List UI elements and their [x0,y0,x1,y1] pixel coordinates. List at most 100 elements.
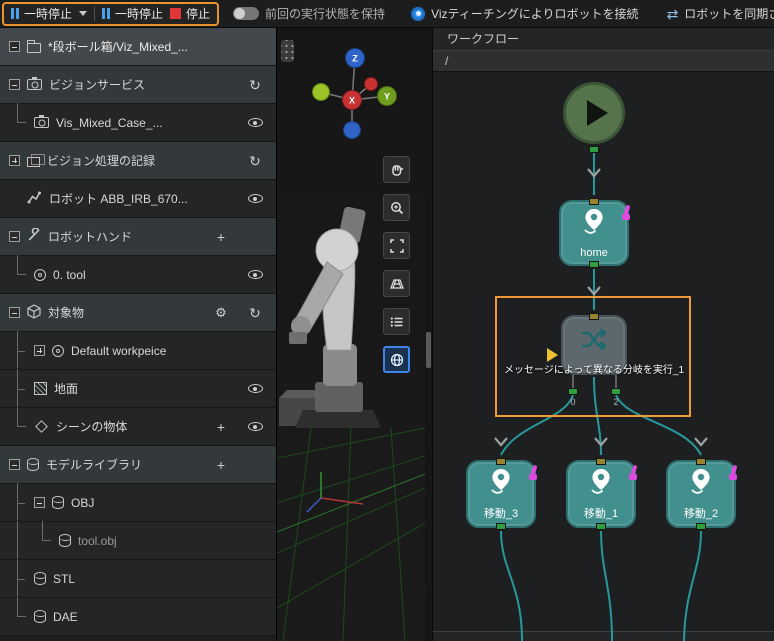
axis-gizmo[interactable]: Z X Y [297,38,417,153]
panel-splitter[interactable] [425,28,432,641]
collapse-icon[interactable] [9,459,20,470]
sidebar-item-robot-hand[interactable]: ロボットハンド + [0,218,276,256]
pause-button[interactable]: 一時停止 [11,5,72,22]
viewport-3d[interactable]: Z X Y [277,28,425,641]
sidebar-item-vision-service[interactable]: ビジョンサービス ↻ [0,66,276,104]
sidebar-item-vis-mixed-case[interactable]: Vis_Mixed_Case_... [0,104,276,142]
input-port[interactable] [589,198,599,205]
tree-connector [9,104,27,141]
sidebar-item-label: モデルライブラリ [46,456,142,473]
tree-connector [9,408,27,445]
input-port[interactable] [596,458,606,465]
refresh-icon[interactable]: ↻ [238,154,272,168]
node-move-2[interactable]: 移動_2 [666,460,736,528]
tree-connector [9,256,27,293]
sidebar-item-tool-obj[interactable]: tool.obj [0,522,276,560]
viz-teaching-button[interactable]: Vizティーチングによりロボットを接続 [411,5,639,22]
sidebar-item-label: Vis_Mixed_Case_... [56,116,163,130]
sync-robot-button[interactable]: ⇄ ロボットを同期させる [667,5,774,22]
node-home[interactable]: home [559,200,629,266]
location-pin-icon [568,467,634,495]
keep-state-toggle[interactable] [233,7,259,20]
location-pin-icon [561,207,627,235]
sidebar-item-project[interactable]: *段ボール箱/Viz_Mixed_... [0,28,276,66]
gear-icon[interactable]: ⚙ [204,306,238,319]
database-icon [52,496,64,509]
grid-floor [277,428,425,641]
sidebar-item-target-objects[interactable]: 対象物 ⚙ ↻ [0,294,276,332]
list-icon [389,314,405,330]
sidebar-item-vision-records[interactable]: ビジョン処理の記録 ↻ [0,142,276,180]
pause-secondary-label: 一時停止 [115,5,163,22]
add-icon[interactable]: + [204,230,238,244]
sidebar-item-obj[interactable]: OBJ [0,484,276,522]
add-icon[interactable]: + [204,458,238,472]
start-node[interactable] [563,82,625,144]
sidebar-item-stl[interactable]: STL [0,560,276,598]
workflow-path-input[interactable]: / [433,50,774,72]
sidebar-item-robot[interactable]: ロボット ABB_IRB_670... [0,180,276,218]
sidebar-item-ground[interactable]: 地面 [0,370,276,408]
collapse-icon[interactable] [9,307,20,318]
pan-hand-button[interactable] [383,156,410,183]
input-port[interactable] [589,313,599,320]
projection-globe-button[interactable] [383,346,410,373]
viz-teaching-label: Vizティーチングによりロボットを接続 [431,5,639,22]
eye-icon [248,118,263,127]
collapse-icon[interactable] [9,79,20,90]
input-port[interactable] [496,458,506,465]
collapse-icon[interactable] [9,41,20,52]
eye-icon [248,422,263,431]
stop-button[interactable]: 停止 [170,5,210,22]
sidebar-item-tool[interactable]: 0. tool [0,256,276,294]
zoom-button[interactable] [383,194,410,221]
output-port[interactable] [589,261,599,268]
drag-handle[interactable] [281,40,294,62]
expand-icon[interactable] [9,155,20,166]
sidebar-item-label: ビジョンサービス [49,76,145,93]
robot-arm-icon [27,190,42,207]
node-move-1[interactable]: 移動_1 [566,460,636,528]
perspective-button[interactable] [383,270,410,297]
tool-flag-icon [728,465,738,480]
visibility-toggle[interactable] [238,422,272,431]
magnifier-icon [389,200,405,216]
add-icon[interactable]: + [204,420,238,434]
refresh-icon[interactable]: ↻ [238,306,272,320]
visibility-toggle[interactable] [238,384,272,393]
branch-output-port-2[interactable] [611,388,621,395]
collapse-icon[interactable] [34,497,45,508]
sidebar-item-scene-objects[interactable]: シーンの物体 + [0,408,276,446]
sidebar-item-model-library[interactable]: モデルライブラリ + [0,446,276,484]
input-port[interactable] [696,458,706,465]
node-label: 移動_1 [568,505,634,521]
location-pin-icon [468,467,534,495]
expand-icon[interactable] [34,345,45,356]
branch-output-port-0[interactable] [568,388,578,395]
output-port[interactable] [596,523,606,530]
start-output-port[interactable] [589,146,599,153]
workpiece-icon [52,345,64,357]
tree-connector [9,598,27,635]
visibility-toggle[interactable] [238,270,272,279]
tool-flag-icon [621,205,631,220]
chevron-down-icon[interactable] [79,11,87,16]
collapse-icon[interactable] [9,231,20,242]
display-list-button[interactable] [383,308,410,335]
visibility-toggle[interactable] [238,118,272,127]
app-window: 一時停止 一時停止 停止 前回の実行状態を保持 Vizティーチングによりロボット… [0,0,774,641]
node-move-3[interactable]: 移動_3 [466,460,536,528]
workflow-canvas[interactable]: home メッセージによって異なる分岐を実行_1 0 [433,72,774,641]
sync-robot-label: ロボットを同期させる [684,5,774,22]
sidebar-item-default-workpiece[interactable]: Default workpeice [0,332,276,370]
visibility-toggle[interactable] [238,194,272,203]
cube-icon [27,304,41,322]
refresh-icon[interactable]: ↻ [238,78,272,92]
sidebar-item-dae[interactable]: DAE [0,598,276,636]
output-port[interactable] [496,523,506,530]
tool-flag-icon [528,465,538,480]
stop-icon [170,8,181,19]
output-port[interactable] [696,523,706,530]
pause-secondary-button[interactable]: 一時停止 [102,5,163,22]
fit-view-button[interactable] [383,232,410,259]
